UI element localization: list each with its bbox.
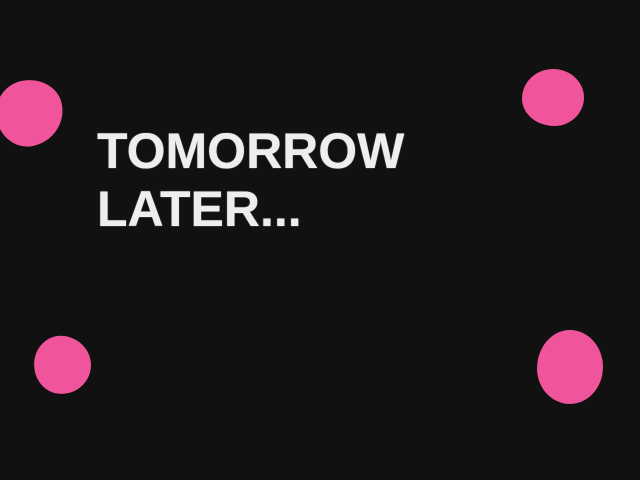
caption-line-1: TOMORROW [97,123,405,179]
caption-text: TOMORROW LATER... [97,122,404,238]
pink-dot-bottom-right [537,330,603,404]
title-card: TOMORROW LATER... [0,0,640,480]
pink-dot-top-right [522,69,584,126]
pink-dot-bottom-left [30,332,95,398]
caption-line-2: LATER... [97,181,302,237]
pink-dot-top-left [0,73,70,153]
